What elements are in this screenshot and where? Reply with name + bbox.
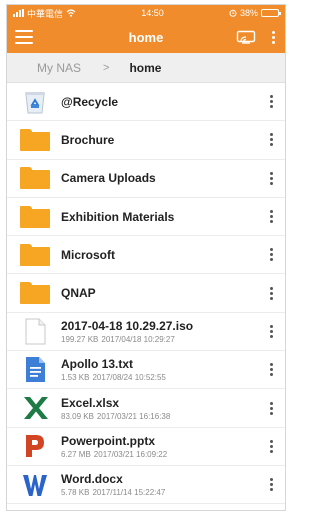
more-vertical-icon[interactable] [264, 434, 279, 459]
file-text: @Recycle [61, 95, 264, 109]
status-time: 14:50 [141, 8, 164, 18]
file-size: 199.27 KB [61, 334, 99, 344]
status-right: 38% [229, 8, 281, 18]
hamburger-icon[interactable] [15, 30, 33, 44]
more-vertical-icon[interactable] [264, 472, 279, 497]
file-date: 2017/03/21 16:16:38 [96, 411, 171, 421]
file-date: 2017/03/21 16:09:22 [93, 449, 168, 459]
file-text: QNAP [61, 286, 264, 300]
file-text: Brochure [61, 133, 264, 147]
file-date: 2017/08/24 10:52:55 [92, 373, 166, 383]
app-bar: home [7, 21, 285, 53]
more-vertical-icon[interactable] [270, 30, 277, 44]
file-name: Microsoft [61, 247, 115, 262]
file-date: 2017/11/14 15:22:47 [92, 488, 166, 498]
battery-percent: 38% [239, 8, 258, 18]
file-name: Camera Uploads [61, 171, 156, 186]
battery-icon [261, 9, 281, 17]
file-text: Camera Uploads [61, 171, 264, 185]
folder-icon [19, 126, 51, 154]
file-name: Exhibition Materials [61, 209, 175, 224]
file-size: 83.09 KB [61, 411, 94, 421]
more-vertical-icon[interactable] [264, 204, 279, 229]
file-list-item[interactable]: Microsoft [7, 236, 285, 275]
breadcrumb-current: home [129, 60, 162, 75]
cast-icon[interactable] [236, 30, 256, 44]
file-name: 2017-04-18 10.29.27.iso [61, 318, 194, 333]
generic-file-icon [19, 317, 51, 345]
folder-icon [19, 164, 51, 192]
file-meta: 199.27 KB 2017/04/18 10:29:27 [61, 335, 264, 344]
folder-icon [19, 279, 51, 307]
recycle-bin-icon [19, 88, 51, 116]
file-date: 2017/04/18 10:29:27 [101, 334, 175, 344]
file-meta: 1.53 KB 2017/08/24 10:52:55 [61, 373, 264, 382]
file-list-item[interactable]: @Recycle [7, 83, 285, 122]
file-text: Apollo 13.txt 1.53 KB 2017/08/24 10:52:55 [61, 357, 264, 382]
file-meta: 83.09 KB 2017/03/21 16:16:38 [61, 412, 264, 421]
file-name: Excel.xlsx [61, 395, 120, 410]
excel-icon [19, 394, 51, 422]
file-size: 6.27 MB [61, 449, 91, 459]
more-vertical-icon[interactable] [264, 89, 279, 114]
more-vertical-icon[interactable] [264, 357, 279, 382]
file-meta: 6.27 MB 2017/03/21 16:09:22 [61, 450, 264, 459]
file-text: Word.docx 5.78 KB 2017/11/14 15:22:47 [61, 472, 264, 497]
file-text: Microsoft [61, 248, 264, 262]
breadcrumb-separator: > [103, 61, 110, 74]
file-text: Excel.xlsx 83.09 KB 2017/03/21 16:16:38 [61, 396, 264, 421]
file-list: @Recycle Brochure Camera Uploads Exhibition… [7, 83, 285, 505]
app-actions [236, 30, 277, 44]
more-vertical-icon[interactable] [264, 166, 279, 191]
more-vertical-icon[interactable] [264, 319, 279, 344]
file-text: 2017-04-18 10.29.27.iso 199.27 KB 2017/04/… [61, 319, 264, 344]
file-list-item[interactable]: Apollo 13.txt 1.53 KB 2017/08/24 10:52:55 [7, 351, 285, 390]
carrier-name: 中華電信 [27, 8, 64, 19]
file-list-item[interactable]: Exhibition Materials [7, 198, 285, 237]
file-size: 1.53 KB [61, 373, 90, 383]
file-name: Brochure [61, 132, 115, 147]
word-icon [19, 471, 51, 499]
file-list-item[interactable]: 2017-04-18 10.29.27.iso 199.27 KB 2017/04/… [7, 313, 285, 352]
file-text: Exhibition Materials [61, 210, 264, 224]
breadcrumb: My NAS > home [7, 53, 285, 83]
file-list-item[interactable]: Brochure [7, 121, 285, 160]
more-vertical-icon[interactable] [264, 127, 279, 152]
file-text: Powerpoint.pptx 6.27 MB 2017/03/21 16:09:2… [61, 434, 264, 459]
file-list-item[interactable]: QNAP [7, 274, 285, 313]
status-bar: 中華電信 14:50 38% [7, 5, 285, 21]
folder-icon [19, 203, 51, 231]
file-name: Powerpoint.pptx [61, 433, 155, 448]
file-name: Word.docx [61, 472, 123, 487]
more-vertical-icon[interactable] [264, 281, 279, 306]
file-list-item[interactable]: Powerpoint.pptx 6.27 MB 2017/03/21 16:09:2… [7, 428, 285, 466]
file-name: @Recycle [61, 94, 119, 109]
status-left: 中華電信 [13, 7, 76, 20]
file-list-item[interactable]: Word.docx 5.78 KB 2017/11/14 15:22:47 [7, 466, 285, 505]
file-list-item[interactable]: Camera Uploads [7, 160, 285, 198]
breadcrumb-root[interactable]: My NAS [37, 61, 81, 75]
wifi-icon [66, 9, 76, 17]
folder-icon [19, 241, 51, 269]
file-list-item[interactable]: Excel.xlsx 83.09 KB 2017/03/21 16:16:38 [7, 389, 285, 428]
file-size: 5.78 KB [61, 488, 90, 498]
app-window: 中華電信 14:50 38% home My NAS > home @Recyc… [6, 4, 286, 511]
powerpoint-icon [19, 432, 51, 460]
file-name: Apollo 13.txt [61, 357, 134, 372]
more-vertical-icon[interactable] [264, 396, 279, 421]
file-meta: 5.78 KB 2017/11/14 15:22:47 [61, 488, 264, 497]
signal-icon [13, 9, 24, 17]
file-name: QNAP [61, 286, 96, 301]
alarm-icon [229, 9, 237, 17]
text-file-icon [19, 356, 51, 384]
more-vertical-icon[interactable] [264, 242, 279, 267]
